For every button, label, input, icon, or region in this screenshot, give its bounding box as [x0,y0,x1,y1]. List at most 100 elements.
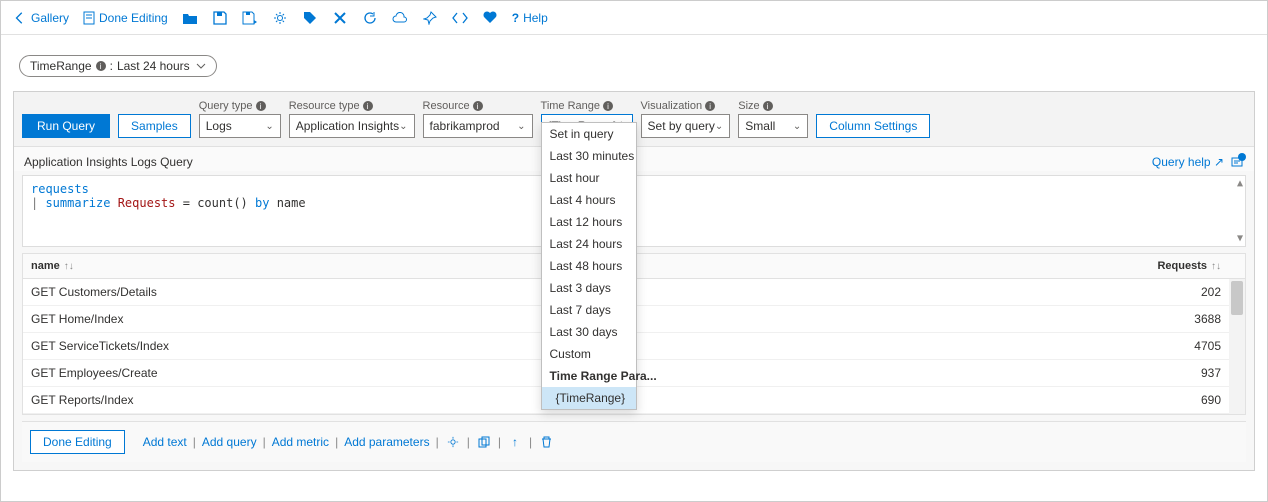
add-metric-link[interactable]: Add metric [272,435,329,449]
visualization-dropdown[interactable]: Set by query ⌄ [641,114,731,138]
resource-type-value: Application Insights [296,119,399,133]
time-range-menu: Set in queryLast 30 minutesLast hourLast… [541,122,637,410]
resource-label: Resourcei [423,100,533,112]
time-range-menu-item[interactable]: Time Range Para... [542,365,636,387]
chevron-down-icon [196,62,206,70]
done-editing-label: Done Editing [99,11,168,25]
add-text-link[interactable]: Add text [143,435,187,449]
refresh-icon[interactable] [362,10,378,26]
info-icon: i [256,101,266,111]
pin-icon[interactable] [422,10,438,26]
heart-icon[interactable] [482,10,498,26]
resource-value: fabrikamprod [430,119,500,133]
code-token: | [31,196,45,210]
chevron-down-icon: ⌄ [265,121,273,132]
top-toolbar: Gallery Done Editing ? Help [1,1,1267,35]
scrollbar-thumb[interactable] [1231,281,1243,315]
cell-requests: 937 [1139,360,1229,386]
time-range-menu-item[interactable]: Last 4 hours [542,189,636,211]
section-title: Application Insights Logs Query [24,155,193,169]
tag-icon[interactable] [302,10,318,26]
pill-sep: : [110,59,113,73]
done-editing-link[interactable]: Done Editing [83,11,168,25]
time-range-menu-item[interactable]: Last 12 hours [542,211,636,233]
info-icon: i [603,101,613,111]
time-range-menu-item[interactable]: Last 7 days [542,299,636,321]
query-type-label: Query typei [199,100,281,112]
time-range-menu-item[interactable]: {TimeRange} [542,387,636,409]
code-token: = [176,196,198,210]
run-query-button[interactable]: Run Query [22,114,110,138]
code-token: name [277,196,306,210]
copy-icon[interactable] [476,434,492,450]
notification-icon[interactable] [1230,155,1244,169]
gallery-link[interactable]: Gallery [13,11,69,25]
time-range-menu-item[interactable]: Custom [542,343,636,365]
info-icon: i [763,101,773,111]
size-value: Small [745,119,775,133]
column-header-requests[interactable]: Requests ↑↓ [1139,254,1229,278]
sort-icon: ↑↓ [64,261,74,272]
move-up-icon[interactable]: ↑ [507,434,523,450]
cell-requests: 690 [1139,387,1229,413]
timerange-pill[interactable]: TimeRange i : Last 24 hours [19,55,217,77]
help-link[interactable]: ? Help [512,11,548,25]
time-range-menu-item[interactable]: Last 3 days [542,277,636,299]
resource-type-dropdown[interactable]: Application Insights ⌄ [289,114,415,138]
gallery-label: Gallery [31,11,69,25]
panel-footer: Done Editing Add text | Add query | Add … [22,421,1246,462]
chevron-down-icon: ⌄ [517,121,525,132]
resource-dropdown[interactable]: fabrikamprod ⌄ [423,114,533,138]
code-icon[interactable] [452,10,468,26]
time-range-menu-item[interactable]: Last 48 hours [542,255,636,277]
external-link-icon: ↗ [1214,155,1224,169]
scroll-down-icon[interactable]: ▼ [1237,233,1243,244]
save-icon[interactable] [212,10,228,26]
samples-button[interactable]: Samples [118,114,191,138]
code-token: by [248,196,277,210]
time-range-menu-item[interactable]: Set in query [542,123,636,145]
cell-requests: 4705 [1139,333,1229,359]
visualization-value: Set by query [648,119,715,133]
query-type-dropdown[interactable]: Logs ⌄ [199,114,281,138]
query-panel: Run Query Samples Query typei Logs ⌄ Res… [13,91,1255,471]
help-icon: ? [512,11,519,25]
size-label: Sizei [738,100,808,112]
close-icon[interactable] [332,10,348,26]
document-icon [83,11,95,25]
size-dropdown[interactable]: Small ⌄ [738,114,808,138]
save-as-icon[interactable] [242,10,258,26]
code-token: requests [31,182,89,196]
info-icon: i [363,101,373,111]
add-parameters-link[interactable]: Add parameters [344,435,429,449]
cell-requests: 202 [1139,279,1229,305]
cloud-icon[interactable] [392,10,408,26]
time-range-menu-item[interactable]: Last 30 minutes [542,145,636,167]
visualization-label: Visualizationi [641,100,731,112]
delete-icon[interactable] [538,434,554,450]
info-icon: i [96,61,106,71]
vertical-scrollbar[interactable] [1229,279,1245,414]
time-range-menu-item[interactable]: Last 24 hours [542,233,636,255]
time-range-menu-item[interactable]: Last 30 days [542,321,636,343]
pill-value: Last 24 hours [117,59,190,73]
time-range-menu-item[interactable]: Last hour [542,167,636,189]
column-settings-button[interactable]: Column Settings [816,114,930,138]
add-query-link[interactable]: Add query [202,435,257,449]
query-help-link[interactable]: Query help ↗ [1152,155,1224,169]
sort-icon: ↑↓ [1211,261,1221,272]
resource-type-label: Resource typei [289,100,415,112]
time-range-label: Time Rangei [541,100,633,112]
code-token: summarize [45,196,110,210]
open-folder-icon[interactable] [182,10,198,26]
chevron-down-icon: ⌄ [399,121,407,132]
gear-icon[interactable] [445,434,461,450]
done-editing-button[interactable]: Done Editing [30,430,125,454]
back-arrow-icon [13,11,27,25]
gear-icon[interactable] [272,10,288,26]
scroll-up-icon[interactable]: ▲ [1237,178,1243,189]
info-icon: i [705,101,715,111]
info-icon: i [473,101,483,111]
code-token: count() [197,196,248,210]
query-controls-row: Run Query Samples Query typei Logs ⌄ Res… [14,92,1254,147]
